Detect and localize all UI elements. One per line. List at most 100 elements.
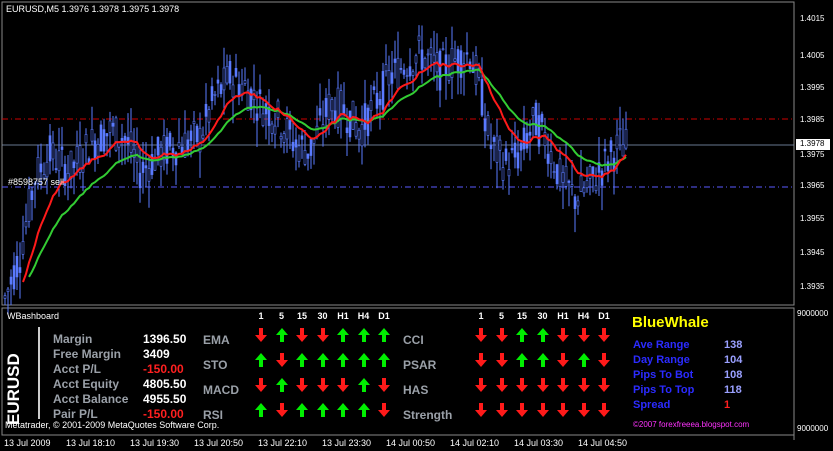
candle-body	[543, 132, 547, 147]
price-label: 1.3985	[800, 115, 825, 124]
price-label: 1.3995	[800, 83, 825, 92]
candle-body	[348, 110, 352, 138]
candle-body	[570, 184, 574, 187]
candle-body	[135, 144, 139, 163]
candle-body	[342, 104, 346, 115]
candle-body	[414, 55, 418, 64]
arrow-down-icon	[536, 378, 549, 392]
candle-body	[510, 148, 514, 151]
candle-body	[177, 142, 181, 147]
candle-body	[186, 139, 190, 151]
bluewhale-label: Spread	[633, 399, 671, 411]
indicator-name: MACD	[203, 383, 239, 397]
arrow-down-icon	[557, 403, 569, 417]
candle-body	[492, 137, 496, 142]
indicator-name: CCI	[403, 333, 424, 347]
candle-body	[279, 136, 283, 140]
candle-body	[27, 188, 31, 222]
bluewhale-label: Pips To Bot	[633, 369, 694, 381]
candle-body	[447, 75, 451, 81]
arrow-down-icon	[275, 353, 288, 367]
arrow-down-icon	[536, 403, 549, 417]
candle-body	[147, 168, 151, 182]
candle-body	[258, 89, 262, 94]
arrow-down-icon	[296, 328, 308, 342]
candle-body	[531, 107, 535, 116]
bluewhale-title: BlueWhale	[632, 314, 709, 331]
arrow-down-icon	[495, 353, 508, 367]
candle-body	[624, 128, 628, 149]
arrow-down-icon	[255, 328, 267, 342]
candle-body	[405, 75, 409, 77]
arrow-up-icon	[516, 353, 528, 367]
candle-body	[534, 102, 538, 136]
candle-body	[558, 158, 562, 187]
arrow-down-icon	[475, 403, 487, 417]
candle-body	[402, 69, 406, 75]
account-value: -150.00	[143, 407, 184, 421]
arrow-up-icon	[296, 353, 308, 367]
candle-body	[483, 118, 487, 132]
candle-body	[480, 79, 484, 116]
timeframe-header-30: 30	[317, 311, 328, 321]
candle-body	[567, 180, 571, 183]
candle-body	[72, 161, 76, 169]
candle-body	[216, 79, 220, 84]
timeframe-header-H4: H4	[577, 311, 590, 321]
candle-body	[138, 172, 142, 189]
candle-body	[618, 128, 622, 131]
arrow-up-icon	[357, 353, 370, 367]
bluewhale-value: 104	[724, 354, 743, 366]
candle-body	[546, 153, 550, 164]
arrow-up-icon	[577, 353, 590, 367]
candle-body	[108, 120, 112, 133]
candle-body	[273, 125, 277, 135]
price-label: 1.3965	[800, 181, 825, 190]
bluewhale-label: Ave Range	[633, 339, 690, 351]
candle-body	[210, 86, 214, 102]
candle-body	[369, 100, 373, 111]
arrow-down-icon	[275, 403, 288, 417]
candle-body	[498, 139, 502, 151]
candle-body	[360, 124, 364, 147]
candle-body	[24, 221, 28, 228]
arrow-down-icon	[577, 378, 590, 392]
candle-body	[375, 92, 379, 109]
arrow-up-icon	[536, 353, 549, 367]
candle-body	[84, 134, 88, 144]
candle-body	[285, 118, 289, 140]
candle-body	[51, 142, 55, 160]
candle-body	[144, 165, 148, 169]
candle-body	[18, 267, 22, 273]
candle-body	[561, 172, 565, 183]
account-value: 4805.50	[143, 377, 187, 391]
candle-body	[162, 135, 166, 161]
account-value: 4955.50	[143, 392, 187, 406]
candle-body	[585, 180, 589, 189]
candle-body	[153, 156, 157, 171]
candle-body	[408, 66, 412, 77]
indicator-name: EMA	[203, 333, 230, 347]
candle-body	[189, 130, 193, 141]
candle-body	[501, 167, 505, 181]
candle-body	[3, 295, 7, 299]
arrow-up-icon	[337, 403, 349, 417]
account-label: Free Margin	[53, 347, 122, 361]
timeframe-header-5: 5	[498, 311, 504, 321]
candle-body	[525, 133, 529, 149]
candle-body	[456, 49, 460, 73]
candle-body	[309, 138, 313, 156]
timeframe-header-15: 15	[296, 311, 307, 321]
price-label: 1.3945	[800, 248, 825, 257]
account-label: Acct Balance	[53, 392, 129, 406]
candle-body	[141, 161, 145, 173]
arrow-up-icon	[378, 328, 390, 342]
candle-body	[204, 103, 208, 117]
candle-body	[549, 151, 553, 165]
candle-body	[387, 70, 391, 86]
arrow-down-icon	[598, 328, 610, 342]
candle-body	[255, 113, 259, 121]
arrow-down-icon	[557, 353, 569, 367]
candle-body	[495, 135, 499, 163]
candle-body	[429, 47, 433, 55]
